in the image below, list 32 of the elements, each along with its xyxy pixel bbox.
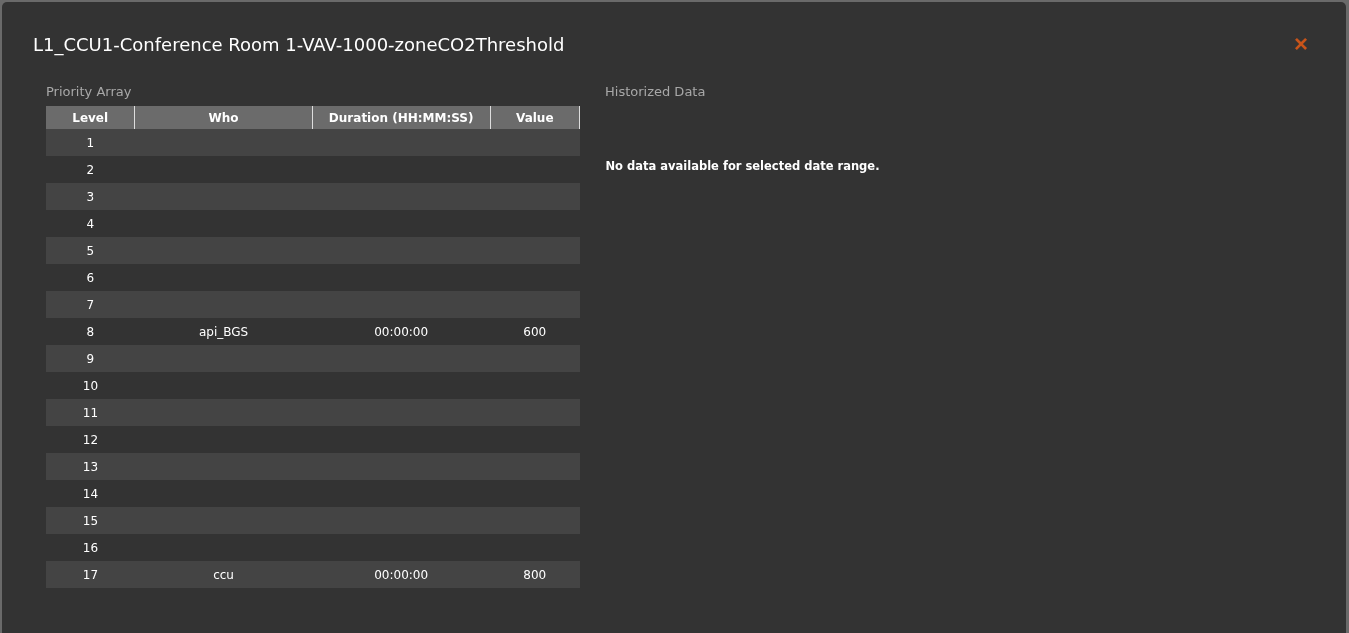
table-cell: 11: [46, 399, 135, 426]
table-cell: 10: [46, 372, 135, 399]
table-cell: 14: [46, 480, 135, 507]
table-cell: 9: [46, 345, 135, 372]
table-cell: 00:00:00: [312, 318, 491, 345]
column-header: Value: [490, 106, 580, 129]
table-cell: 3: [46, 183, 135, 210]
empty-message: No data available for selected date range.: [605, 159, 880, 173]
table-cell: 600: [490, 318, 580, 345]
table-cell: ccu: [134, 561, 313, 588]
table-cell: 16: [46, 534, 135, 561]
dialog-title: L1_CCU1-Conference Room 1-VAV-1000-zoneCO2Threshold: [33, 33, 565, 55]
table-cell: 800: [490, 561, 580, 588]
table-cell: 12: [46, 426, 135, 453]
section-heading: Historized Data: [605, 84, 707, 99]
table-cell: 17: [46, 561, 135, 588]
table-cell: 6: [46, 264, 135, 291]
table-cell: 13: [46, 453, 135, 480]
table-cell: 4: [46, 210, 135, 237]
column-header: Level: [46, 106, 135, 129]
table-cell: 1: [46, 129, 135, 156]
close-button[interactable]: ×: [1288, 32, 1314, 56]
column-header: Duration (HH:MM:SS): [312, 106, 491, 129]
column-header: Who: [134, 106, 313, 129]
table-cell: api_BGS: [134, 318, 313, 345]
table-cell: 2: [46, 156, 135, 183]
section-heading: Priority Array: [46, 84, 133, 99]
table-cell: 15: [46, 507, 135, 534]
table-cell: 5: [46, 237, 135, 264]
table-cell: 7: [46, 291, 135, 318]
table-cell: 00:00:00: [312, 561, 491, 588]
table-cell: 8: [46, 318, 135, 345]
